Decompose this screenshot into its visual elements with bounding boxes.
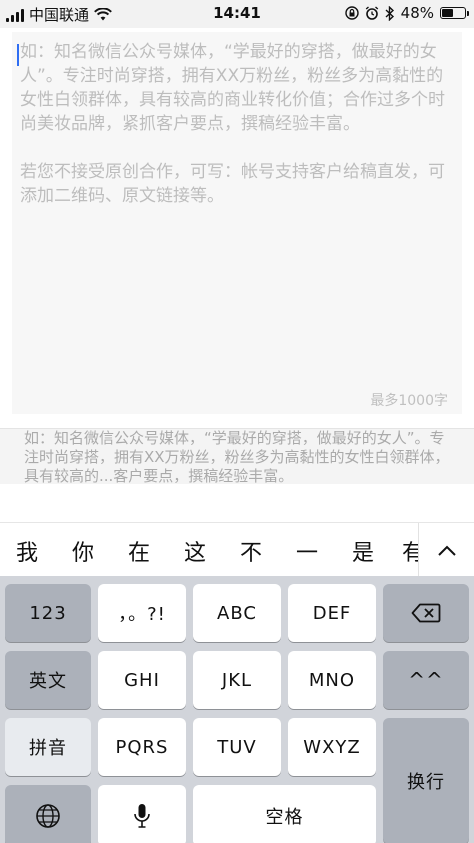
key-emoticon[interactable]: ^^ bbox=[383, 651, 469, 709]
key-mno[interactable]: MNO bbox=[288, 651, 376, 709]
key-pinyin[interactable]: 拼音 bbox=[5, 718, 91, 776]
description-preview[interactable]: 如：知名微信公众号媒体，“学最好的穿搭，做最好的女人”。专注时尚穿搭，拥有XX万… bbox=[0, 428, 474, 484]
candidate-item[interactable]: 你 bbox=[68, 535, 98, 567]
key-123[interactable]: 123 bbox=[5, 584, 91, 642]
status-right: 48% bbox=[344, 4, 469, 22]
key-wxyz[interactable]: WXYZ bbox=[288, 718, 376, 776]
text-cursor bbox=[17, 44, 19, 66]
backspace-icon bbox=[411, 603, 441, 623]
preview-text: 如：知名微信公众号媒体，“学最好的穿搭，做最好的女人”。专注时尚穿搭，拥有XX万… bbox=[24, 429, 450, 484]
globe-key[interactable] bbox=[5, 785, 91, 843]
globe-icon bbox=[36, 804, 60, 828]
key-def[interactable]: DEF bbox=[288, 584, 376, 642]
candidate-item[interactable]: 这 bbox=[180, 535, 210, 567]
battery-level bbox=[442, 9, 453, 17]
candidate-item[interactable]: 在 bbox=[124, 535, 154, 567]
battery-icon bbox=[440, 7, 469, 19]
textarea-placeholder: 如：知名微信公众号媒体，“学最好的穿搭，做最好的女人”。专注时尚穿搭，拥有XX万… bbox=[20, 42, 445, 206]
key-punctuation[interactable]: ，。?! bbox=[98, 584, 186, 642]
status-bar: 中国联通 14:41 48% bbox=[0, 0, 474, 28]
battery-percent: 48% bbox=[400, 4, 434, 22]
candidate-list: 我 你 在 这 不 一 是 有 bbox=[0, 523, 420, 579]
space-key[interactable]: 空格 bbox=[193, 785, 376, 843]
ime-candidate-bar: 我 你 在 这 不 一 是 有 bbox=[0, 522, 474, 579]
enter-key[interactable]: 换行 bbox=[383, 718, 469, 843]
chevron-up-icon bbox=[437, 545, 456, 556]
candidate-item[interactable]: 不 bbox=[236, 535, 266, 567]
microphone-icon bbox=[134, 804, 150, 828]
alarm-icon bbox=[365, 6, 378, 20]
description-textarea[interactable]: 如：知名微信公众号媒体，“学最好的穿搭，做最好的女人”。专注时尚穿搭，拥有XX万… bbox=[12, 32, 462, 414]
key-jkl[interactable]: JKL bbox=[193, 651, 281, 709]
bluetooth-icon bbox=[385, 5, 394, 21]
voice-input-key[interactable] bbox=[98, 785, 186, 843]
candidate-item[interactable]: 有 bbox=[398, 535, 420, 567]
char-limit-hint: 最多1000字 bbox=[370, 393, 448, 409]
backspace-key[interactable] bbox=[383, 584, 469, 642]
key-english[interactable]: 英文 bbox=[5, 651, 91, 709]
key-abc[interactable]: ABC bbox=[193, 584, 281, 642]
key-tuv[interactable]: TUV bbox=[193, 718, 281, 776]
candidate-item[interactable]: 是 bbox=[348, 535, 378, 567]
orientation-lock-icon bbox=[344, 6, 359, 20]
candidate-item[interactable]: 一 bbox=[292, 535, 322, 567]
keyboard: 123 ，。?! ABC DEF 英文 GHI JKL MNO ^^ 拼音 PQ… bbox=[0, 576, 474, 843]
expand-candidates-button[interactable] bbox=[418, 523, 474, 579]
key-ghi[interactable]: GHI bbox=[98, 651, 186, 709]
candidate-item[interactable]: 我 bbox=[12, 535, 42, 567]
key-pqrs[interactable]: PQRS bbox=[98, 718, 186, 776]
